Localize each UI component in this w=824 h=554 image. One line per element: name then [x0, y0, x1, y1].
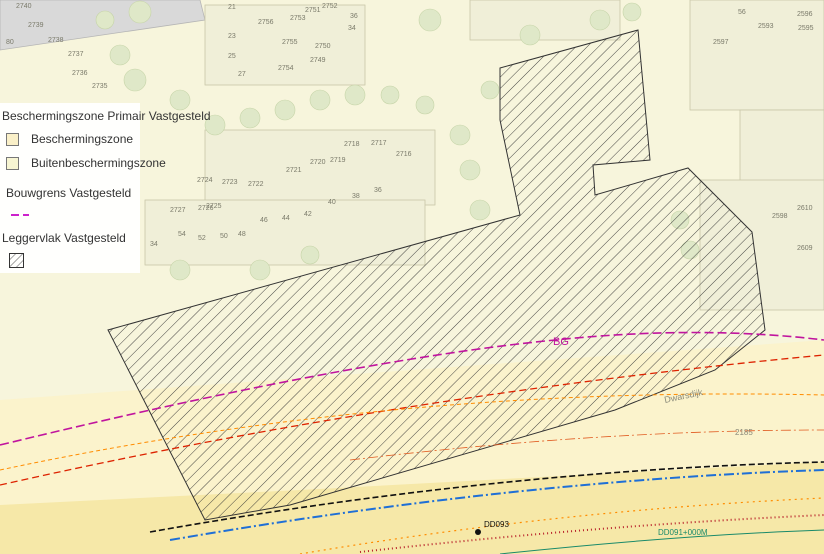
- house-number-label: 2739: [28, 22, 44, 29]
- house-number-label: 2735: [92, 83, 108, 90]
- house-number-label: 2718: [344, 141, 360, 148]
- house-number-label: 80: [6, 39, 14, 46]
- house-number-label: 38: [352, 193, 360, 200]
- house-number-label: 2737: [68, 51, 84, 58]
- legend-label-protection-zone: Beschermingszone: [31, 132, 134, 146]
- house-number-label: 2598: [772, 213, 788, 220]
- house-number-label: 2736: [72, 70, 88, 77]
- house-number-label: 21: [228, 4, 236, 11]
- legend-label-outer-protection-zone: Buitenbeschermingszone: [31, 156, 166, 170]
- legend-heading-ledger-plane: Leggervlak Vastgesteld: [2, 231, 126, 245]
- house-number-label: 2722: [248, 181, 264, 188]
- house-number-label: 2723: [222, 179, 238, 186]
- house-number-label: 2753: [290, 15, 306, 22]
- house-number-label: 36: [374, 187, 382, 194]
- house-number-label: 54: [178, 231, 186, 238]
- house-number-label: 2750: [315, 43, 331, 50]
- house-number-label: 27: [238, 71, 246, 78]
- house-number-label: 2749: [310, 57, 326, 64]
- house-number-label: 2755: [282, 39, 298, 46]
- house-number-label: 2725: [206, 203, 222, 210]
- house-number-label: 34: [150, 241, 158, 248]
- house-number-label: 2597: [713, 39, 729, 46]
- house-number-label: 2717: [371, 140, 387, 147]
- legend-heading-protection-zone: Beschermingszone Primair Vastgesteld: [2, 109, 211, 123]
- house-number-label: 2740: [16, 3, 32, 10]
- house-number-label: 50: [220, 233, 228, 240]
- building-line-tag: BG: [553, 336, 569, 348]
- house-number-label: 42: [304, 211, 312, 218]
- house-number-label: 2724: [197, 177, 213, 184]
- house-number-label: 56: [738, 9, 746, 16]
- house-number-label: 25: [228, 53, 236, 60]
- station-marker: [475, 529, 481, 535]
- house-number-label: 2716: [396, 151, 412, 158]
- map-canvas[interactable]: BG Dwarsdijk 2185 DD093 DD091+000M 27402…: [0, 0, 824, 554]
- house-number-label: 36: [350, 13, 358, 20]
- house-number-label: 2595: [798, 25, 814, 32]
- station-label-dd091: DD091+000M: [658, 528, 708, 537]
- legend-item-outer-protection-zone: Buitenbeschermingszone: [6, 156, 166, 170]
- house-number-label: 40: [328, 199, 336, 206]
- house-number-label: 2727: [170, 207, 186, 214]
- map-legend: Beschermingszone Primair Vastgesteld Bes…: [0, 103, 211, 273]
- house-number-label: 23: [228, 33, 236, 40]
- house-number-label: 34: [348, 25, 356, 32]
- house-number-label: 2610: [797, 205, 813, 212]
- station-label-dd093: DD093: [484, 520, 509, 529]
- house-number-label: 2721: [286, 167, 302, 174]
- house-number-label: 2596: [797, 11, 813, 18]
- house-number-label: 2609: [797, 245, 813, 252]
- house-number-label: 46: [260, 217, 268, 224]
- house-number-label: 2738: [48, 37, 64, 44]
- house-number-label: 2593: [758, 23, 774, 30]
- outer-protection-zone-swatch: [6, 156, 19, 170]
- road-number-label: 2185: [735, 428, 753, 437]
- house-number-label: 48: [238, 231, 246, 238]
- legend-item-protection-zone: Beschermingszone: [6, 132, 133, 146]
- ledger-plane-swatch: [9, 253, 24, 268]
- house-number-label: 2751: [305, 7, 321, 14]
- house-number-label: 44: [282, 215, 290, 222]
- house-number-label: 52: [198, 235, 206, 242]
- house-number-label: 2719: [330, 157, 346, 164]
- house-number-label: 2756: [258, 19, 274, 26]
- house-number-label: 2720: [310, 159, 326, 166]
- protection-zone-swatch: [6, 132, 19, 146]
- house-number-label: 2752: [322, 3, 338, 10]
- house-number-label: 2754: [278, 65, 294, 72]
- legend-heading-building-line: Bouwgrens Vastgesteld: [6, 186, 132, 200]
- building-line-swatch: [11, 214, 29, 216]
